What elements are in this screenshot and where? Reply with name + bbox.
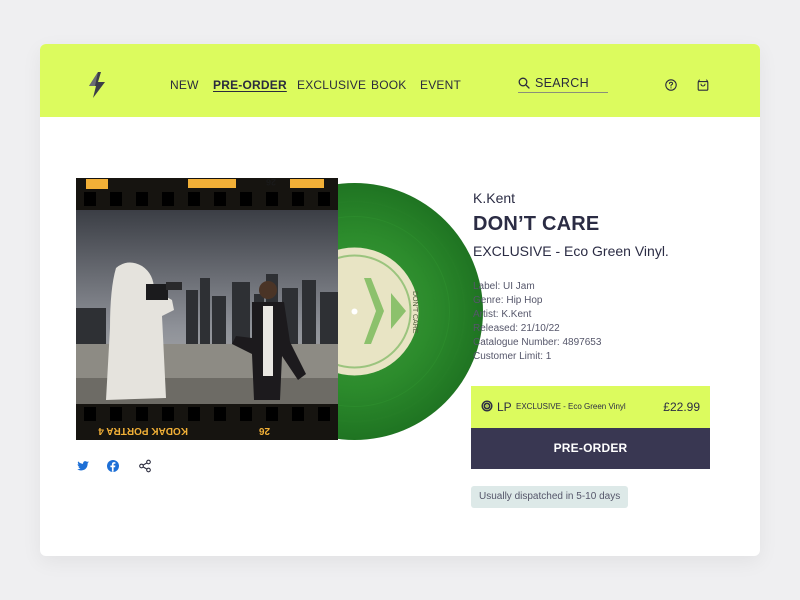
album-cover: 26 KODAK PORTRA 4 26 — [76, 178, 338, 440]
shopping-bag-icon[interactable] — [696, 78, 710, 92]
detail-released: Released: 21/10/22 — [473, 323, 560, 334]
product-details: Label: UI Jam Genre: Hip Hop Artist: K.K… — [473, 280, 601, 364]
cover-bottom-number: 26 — [258, 425, 270, 436]
nav-event[interactable]: EVENT — [420, 78, 461, 92]
nav-book[interactable]: BOOK — [371, 78, 406, 92]
detail-catalogue-number: Catalogue Number: 4897653 — [473, 337, 602, 348]
product-edition: EXCLUSIVE - Eco Green Vinyl. — [473, 243, 669, 259]
dispatch-note-badge: Usually dispatched in 5-10 days — [471, 486, 629, 508]
detail-genre: Genre: Hip Hop — [473, 295, 543, 306]
detail-customer-limit: Customer Limit: 1 — [473, 351, 552, 362]
search-label: SEARCH — [535, 76, 589, 90]
product-title: DON’T CARE — [473, 213, 600, 235]
search-icon — [518, 77, 530, 89]
album-artwork: DON'T CARE 26 KODAK PORTRA 4 26 — [76, 178, 483, 440]
search-field[interactable]: SEARCH — [518, 74, 608, 93]
lightning-bolt-logo[interactable] — [87, 72, 107, 98]
product-card: NEW PRE-ORDER EXCLUSIVE BOOK EVENT SEARC… — [40, 44, 760, 556]
detail-artist: Artist: K.Kent — [473, 309, 532, 320]
facebook-icon[interactable] — [106, 459, 120, 473]
variant-format: LP — [497, 400, 512, 414]
cover-top-number: 26 — [266, 178, 276, 187]
detail-label: Label: UI Jam — [473, 281, 535, 292]
variant-description: EXCLUSIVE - Eco Green Vinyl — [516, 402, 626, 411]
top-navigation-bar: NEW PRE-ORDER EXCLUSIVE BOOK EVENT SEARC… — [40, 44, 760, 117]
variant-price: £22.99 — [663, 400, 700, 414]
variant-option[interactable]: LP EXCLUSIVE - Eco Green Vinyl £22.99 — [471, 386, 710, 428]
nav-new[interactable]: NEW — [170, 78, 199, 92]
share-icon[interactable] — [138, 459, 152, 473]
artist-name[interactable]: K.Kent — [473, 190, 515, 206]
nav-exclusive[interactable]: EXCLUSIVE — [297, 78, 366, 92]
vinyl-label-text: DON'T CARE — [411, 291, 418, 334]
nav-pre-order[interactable]: PRE-ORDER — [213, 78, 287, 92]
twitter-icon[interactable] — [76, 459, 90, 473]
pre-order-button[interactable]: PRE-ORDER — [471, 428, 710, 469]
question-circle-icon[interactable] — [664, 78, 678, 92]
vinyl-record-icon — [481, 400, 493, 412]
cover-film-brand-text: KODAK PORTRA 4 — [98, 425, 188, 436]
